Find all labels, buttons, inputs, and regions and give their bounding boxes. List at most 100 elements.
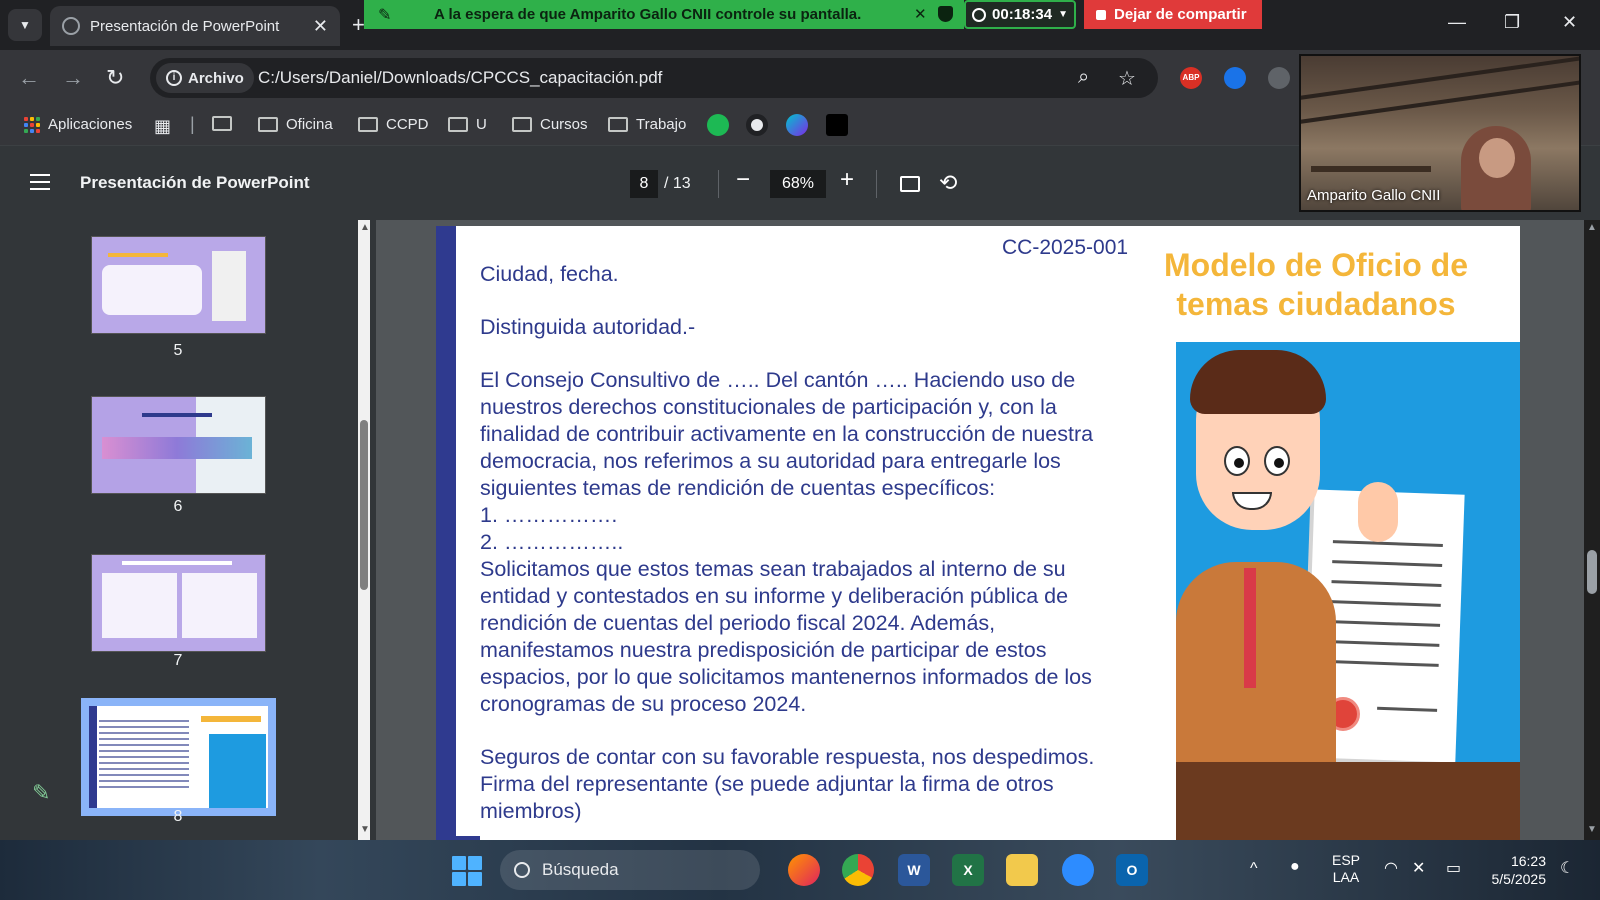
video-face — [1479, 138, 1515, 178]
bookmark-folder-trabajo[interactable]: Trabajo — [608, 116, 686, 133]
zoom-level-input[interactable]: 68% — [770, 170, 826, 198]
battery-icon[interactable]: ▭ — [1446, 858, 1461, 878]
folder-icon — [258, 117, 278, 132]
toolbar-divider — [876, 170, 877, 198]
moon-icon[interactable]: ☾ — [1560, 858, 1574, 878]
viewer-scroll-thumb[interactable] — [1587, 550, 1597, 594]
keyboard-layout: LAA — [1332, 869, 1360, 885]
zoom-app-icon[interactable] — [1062, 854, 1094, 886]
wifi-icon[interactable]: ◠ — [1384, 858, 1398, 878]
bookmark-label: Trabajo — [636, 116, 687, 133]
page-number-input[interactable]: 8 — [630, 170, 658, 198]
openai-icon[interactable] — [746, 114, 768, 136]
paper-line — [1332, 560, 1443, 567]
bookmark-label: Cursos — [540, 116, 588, 133]
adblock-icon[interactable]: ABP — [1180, 67, 1202, 89]
zoom-in-button[interactable]: + — [840, 166, 854, 194]
tab-bar: ▼ Presentación de PowerPoint ✕ + ✎ A la … — [0, 0, 1600, 50]
annotate-pencil-icon[interactable]: ✎ — [32, 780, 50, 806]
reload-icon[interactable]: ↻ — [106, 65, 124, 91]
sidebar-scrollbar[interactable]: ▲ ▼ — [358, 220, 370, 840]
extensions-icon[interactable] — [1268, 67, 1290, 89]
microphone-icon[interactable]: ● — [1290, 858, 1300, 876]
mic-off-icon[interactable]: ✕ — [914, 5, 927, 23]
info-icon: i — [166, 70, 182, 86]
shield-icon — [938, 6, 953, 22]
sidebar-scroll-thumb[interactable] — [360, 420, 368, 590]
outlook-icon[interactable]: O — [1116, 854, 1148, 886]
language-indicator[interactable]: ESP LAA — [1332, 852, 1360, 886]
slide-heading-line: Modelo de Oficio de — [1163, 247, 1468, 283]
slide-heading: Modelo de Oficio de temas ciudadanos — [1116, 246, 1516, 324]
thumbnail-page-8[interactable] — [81, 698, 276, 816]
zoom-out-button[interactable]: − — [736, 166, 750, 194]
volume-muted-icon[interactable]: ✕ — [1412, 858, 1425, 878]
file-explorer-icon[interactable] — [1006, 854, 1038, 886]
forward-icon[interactable]: → — [62, 65, 84, 91]
fit-page-icon[interactable] — [900, 176, 920, 192]
bookmark-folder-ccpd[interactable]: CCPD — [358, 116, 429, 133]
letter-line: entidad y contestados en su informe y de… — [480, 584, 1069, 608]
scroll-down-arrow[interactable]: ▼ — [360, 824, 370, 835]
scroll-up-arrow[interactable]: ▲ — [1587, 222, 1597, 233]
firefox-icon[interactable] — [788, 854, 820, 886]
bookmark-folder-empty[interactable] — [212, 116, 240, 131]
stop-sharing-button[interactable]: Dejar de compartir — [1084, 0, 1262, 29]
letter-city-date: Ciudad, fecha. — [480, 262, 619, 286]
bookmark-folder-cursos[interactable]: Cursos — [512, 116, 588, 133]
thumbnail-number: 5 — [173, 342, 183, 359]
letter-line: El Consejo Consultivo de ….. Del cantón … — [480, 368, 1076, 392]
viewer-scrollbar[interactable]: ▲ ▼ — [1584, 220, 1600, 840]
minimize-icon[interactable]: — — [1448, 12, 1466, 33]
apps-grid-icon — [24, 116, 40, 133]
pdf-viewer[interactable]: CC-2025-001 Modelo de Oficio de temas ci… — [376, 220, 1584, 840]
scroll-up-arrow[interactable]: ▲ — [360, 222, 370, 233]
thumbnail-page-5[interactable] — [91, 236, 266, 334]
bookmark-apps[interactable]: Aplicaciones — [24, 116, 132, 133]
share-timer[interactable]: 00:18:34 ▼ — [964, 0, 1076, 29]
chrome-icon[interactable] — [842, 854, 874, 886]
letter-salutation: Distinguida autoridad.- — [480, 315, 696, 339]
participant-video[interactable]: Amparito Gallo CNII — [1299, 54, 1581, 212]
tie-illustration — [1244, 568, 1256, 688]
eye-illustration — [1224, 446, 1250, 476]
spotify-icon[interactable] — [707, 114, 729, 136]
rotate-icon[interactable]: ⟲ — [939, 170, 957, 196]
restore-icon[interactable]: ❐ — [1504, 12, 1520, 33]
site-info-chip[interactable]: i Archivo — [156, 63, 254, 93]
zoom-icon[interactable]: ⌕ — [1078, 66, 1089, 89]
search-icon — [514, 862, 530, 878]
new-tab-button[interactable]: + — [352, 12, 365, 38]
tray-overflow-icon[interactable]: ^ — [1250, 860, 1258, 878]
word-icon[interactable]: W — [898, 854, 930, 886]
scroll-down-arrow[interactable]: ▼ — [1587, 824, 1597, 835]
thumbnail-page-7[interactable] — [91, 554, 266, 652]
waveform-icon[interactable] — [826, 114, 848, 136]
close-window-icon[interactable]: ✕ — [1562, 12, 1577, 33]
close-tab-icon[interactable]: ✕ — [313, 16, 328, 37]
clock[interactable]: 16:23 5/5/2025 — [1484, 852, 1547, 888]
canva-icon[interactable] — [786, 114, 808, 136]
letter-line: nuestros derechos constitucionales de pa… — [480, 395, 1057, 419]
bookmark-label: Oficina — [286, 116, 333, 133]
back-icon[interactable]: ← — [18, 65, 40, 91]
taskbar-search[interactable]: Búsqueda — [500, 850, 760, 890]
tab-title: Presentación de PowerPoint — [90, 17, 280, 35]
tab-groups-icon[interactable]: ▦ — [154, 116, 171, 137]
excel-icon[interactable]: X — [952, 854, 984, 886]
folder-icon — [448, 117, 468, 132]
stop-sharing-label: Dejar de compartir — [1114, 6, 1247, 23]
address-bar[interactable]: i Archivo C:/Users/Daniel/Downloads/CPCC… — [150, 58, 1158, 98]
star-icon[interactable]: ☆ — [1118, 66, 1136, 91]
bookmark-folder-u[interactable]: U — [448, 116, 487, 133]
tab-search-button[interactable]: ▼ — [8, 9, 42, 41]
windows-taskbar: Búsqueda W X O ^ ● ESP LAA ◠ ✕ ▭ 16:23 5… — [0, 840, 1600, 900]
windows-start-button[interactable] — [452, 856, 482, 886]
thumbnail-page-6[interactable] — [91, 396, 266, 494]
bookmark-folder-oficina[interactable]: Oficina — [258, 116, 333, 133]
clock-time: 16:23 — [1510, 853, 1546, 869]
url-text[interactable]: C:/Users/Daniel/Downloads/CPCCS_capacita… — [258, 68, 662, 88]
edge-extension-icon[interactable] — [1224, 67, 1246, 89]
menu-icon[interactable] — [30, 174, 50, 195]
browser-tab[interactable]: Presentación de PowerPoint ✕ — [50, 6, 340, 46]
